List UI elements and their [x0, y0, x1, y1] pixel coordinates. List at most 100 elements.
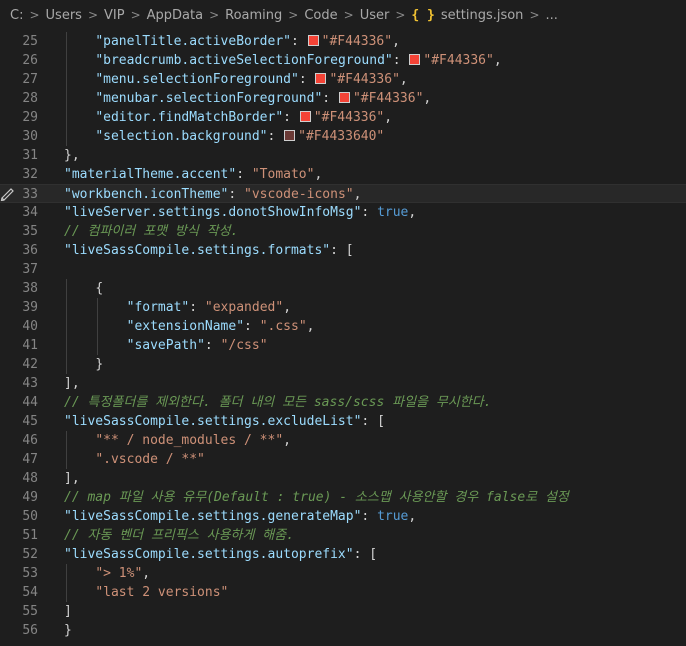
string-value: "** / node_modules / **" — [95, 433, 284, 448]
code-line[interactable]: 52 "liveSassCompile.settings.autoprefix":… — [0, 545, 686, 564]
code-line[interactable]: 29 "editor.findMatchBorder": "#F44336", — [0, 108, 686, 127]
code-line[interactable]: 49 // map 파일 사용 유무(Default : true) - 소스맵 … — [0, 488, 686, 507]
punctuation: : [ — [330, 243, 354, 258]
code-line[interactable]: 35 // 컴파이러 포맷 방식 작성. — [0, 222, 686, 241]
code-line[interactable]: 55] — [0, 602, 686, 621]
string-value: "/css" — [220, 338, 268, 353]
code-text: ], — [64, 469, 80, 488]
code-line[interactable]: 53 "> 1%", — [0, 564, 686, 583]
indent-guide — [66, 32, 67, 51]
code-line[interactable]: 42} — [0, 355, 686, 374]
breadcrumb-item-appdata[interactable]: AppData — [147, 8, 203, 23]
string-value: "#F44336" — [352, 91, 424, 106]
breadcrumb-item-roaming[interactable]: Roaming — [225, 8, 282, 23]
indent-guide — [66, 431, 67, 450]
code-text: }, — [64, 146, 80, 165]
code-line[interactable]: 32 "materialTheme.accent": "Tomato", — [0, 165, 686, 184]
code-line[interactable]: 26 "breadcrumb.activeSelectionForeground"… — [0, 51, 686, 70]
indent-guide — [66, 336, 67, 355]
comment: // 특정폴더를 제외한다. 폴더 내의 모든 sass/scss 파일을 무시… — [64, 395, 492, 410]
breadcrumb-item-vip[interactable]: VIP — [104, 8, 125, 23]
breadcrumb-item-user[interactable]: User — [360, 8, 390, 23]
indent-guide — [66, 279, 67, 298]
code-line[interactable]: 25 "panelTitle.activeBorder": "#F44336", — [0, 32, 686, 51]
code-line[interactable]: 48], — [0, 469, 686, 488]
line-number: 32 — [22, 167, 38, 182]
code-line[interactable]: 54 "last 2 versions" — [0, 583, 686, 602]
color-swatch-icon[interactable] — [284, 130, 296, 141]
code-line[interactable]: 31}, — [0, 146, 686, 165]
code-line[interactable]: 39 "format": "expanded", — [0, 298, 686, 317]
code-line[interactable]: 38 { — [0, 279, 686, 298]
breadcrumb-item-symbols[interactable]: ... — [546, 8, 558, 23]
code-line[interactable]: 28 "menubar.selectionForeground": "#F4433… — [0, 89, 686, 108]
line-number: 55 — [22, 604, 38, 619]
code-line[interactable]: 37 — [0, 260, 686, 279]
code-line[interactable]: 47 ".vscode / **" — [0, 450, 686, 469]
code-line[interactable]: 30 "selection.background": "#F4433640" — [0, 127, 686, 146]
code-line[interactable]: 43], — [0, 374, 686, 393]
code-line[interactable]: 33 "workbench.iconTheme": "vscode-icons", — [0, 184, 686, 203]
json-key: "panelTitle.activeBorder" — [95, 34, 291, 49]
breadcrumb-item-drive[interactable]: C: — [10, 8, 23, 23]
json-key: "selection.background" — [95, 129, 268, 144]
string-value: "#F44336" — [423, 53, 494, 68]
color-swatch-icon[interactable] — [338, 92, 350, 103]
code-text: "liveSassCompile.settings.formats": [ — [64, 241, 354, 260]
code-line[interactable]: 56} — [0, 621, 686, 640]
line-number: 49 — [22, 490, 38, 505]
color-swatch-icon[interactable] — [315, 73, 327, 84]
code-line[interactable]: 51 // 자동 벤더 프리픽스 사용하게 해줌. — [0, 526, 686, 545]
punctuation: }, — [64, 148, 80, 163]
indent-guide — [66, 355, 67, 374]
string-value: "vscode-icons" — [244, 187, 354, 202]
code-line[interactable]: 36 "liveSassCompile.settings.formats": [ — [0, 241, 686, 260]
code-text: // 컴파이러 포맷 방식 작성. — [64, 222, 238, 241]
punctuation: : [ — [361, 414, 385, 429]
code-text: "menubar.selectionForeground": "#F44336"… — [95, 89, 431, 108]
punctuation: , — [306, 319, 315, 334]
indent-guide — [66, 564, 67, 583]
code-line[interactable]: 44 // 특정폴더를 제외한다. 폴더 내의 모든 sass/scss 파일을 … — [0, 393, 686, 412]
line-number: 40 — [22, 319, 38, 334]
code-line[interactable]: 34 "liveServer.settings.donotShowInfoMsg"… — [0, 203, 686, 222]
breadcrumb-item-users[interactable]: Users — [46, 8, 82, 23]
code-line[interactable]: 46 "** / node_modules / **", — [0, 431, 686, 450]
line-number: 44 — [22, 395, 38, 410]
code-line[interactable]: 27 "menu.selectionForeground": "#F44336", — [0, 70, 686, 89]
code-line[interactable]: 40 "extensionName": ".css", — [0, 317, 686, 336]
code-text: "editor.findMatchBorder": "#F44336", — [95, 108, 392, 127]
code-line[interactable]: 45 "liveSassCompile.settings.excludeList"… — [0, 412, 686, 431]
string-value: "#F44336" — [313, 110, 385, 125]
code-text: "menu.selectionForeground": "#F44336", — [95, 70, 407, 89]
color-swatch-icon[interactable] — [307, 35, 319, 46]
punctuation: , — [384, 110, 393, 125]
color-swatch-icon[interactable] — [409, 54, 421, 65]
line-number: 56 — [22, 623, 38, 638]
code-editor[interactable]: 25 "panelTitle.activeBorder": "#F44336", 2… — [0, 32, 686, 646]
string-value: "> 1%" — [95, 566, 143, 581]
punctuation: , — [399, 72, 408, 87]
code-line[interactable]: 41 "savePath": "/css" — [0, 336, 686, 355]
indent-guide — [66, 51, 67, 70]
comment: // map 파일 사용 유무(Default : true) - 소스맵 사용… — [64, 490, 569, 505]
code-text: "liveSassCompile.settings.generateMap": … — [64, 507, 416, 526]
line-number: 43 — [22, 376, 38, 391]
punctuation: , — [283, 433, 291, 448]
line-number: 35 — [22, 224, 38, 239]
indent-guide — [97, 336, 99, 355]
breadcrumb-item-code[interactable]: Code — [304, 8, 337, 23]
json-key: "format" — [126, 300, 190, 315]
json-key: "breadcrumb.activeSelectionForeground" — [95, 53, 393, 68]
line-number: 41 — [22, 338, 38, 353]
code-text: "materialTheme.accent": "Tomato", — [64, 165, 322, 184]
punctuation: , — [408, 509, 417, 524]
color-swatch-icon[interactable] — [299, 111, 311, 122]
json-key: "workbench.iconTheme" — [64, 187, 229, 202]
punctuation: { — [95, 281, 104, 296]
line-number: 48 — [22, 471, 38, 486]
breadcrumb-item-file[interactable]: settings.json — [441, 8, 524, 23]
punctuation: ], — [64, 376, 80, 391]
code-line[interactable]: 50 "liveSassCompile.settings.generateMap"… — [0, 507, 686, 526]
punctuation: } — [64, 623, 72, 638]
